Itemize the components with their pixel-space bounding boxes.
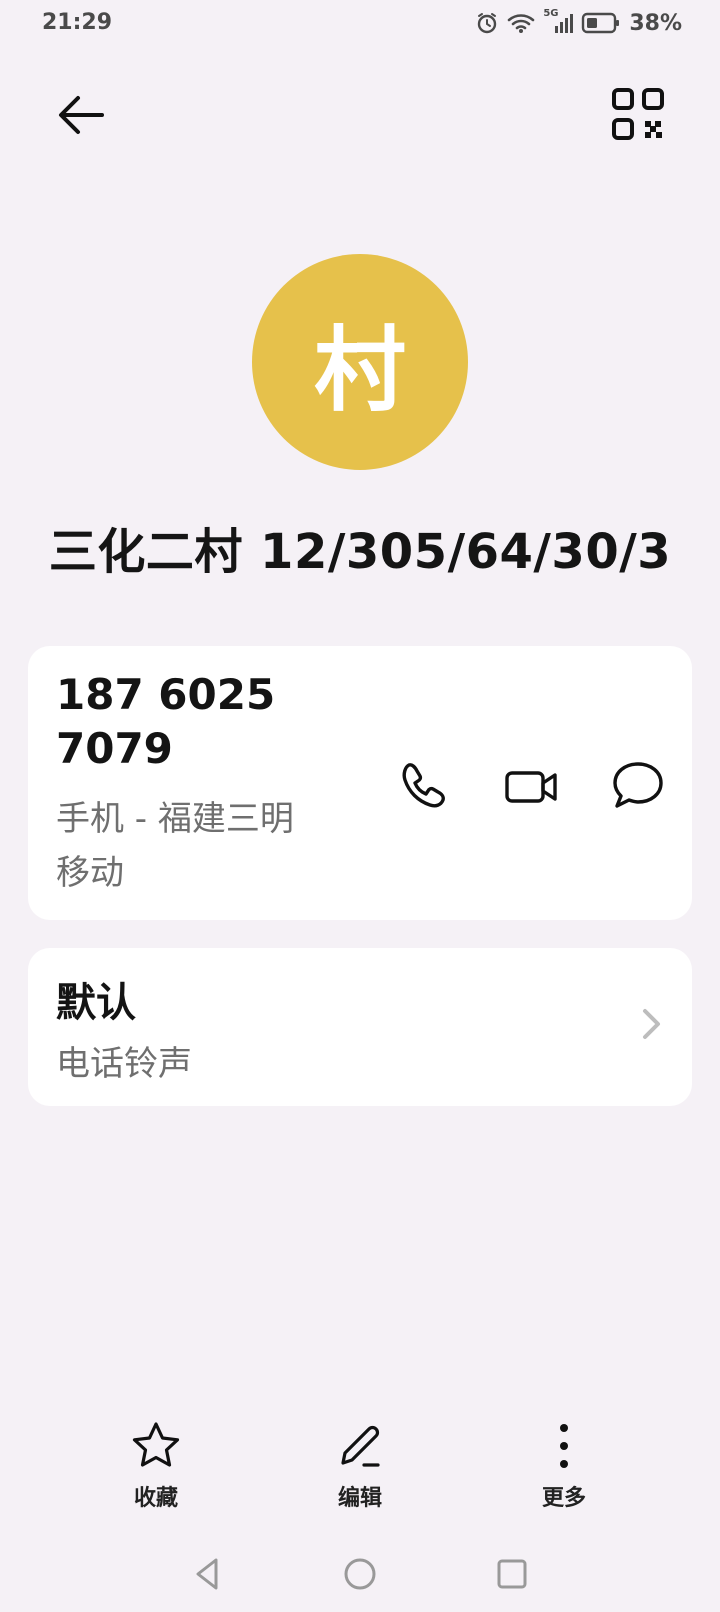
- nav-recents-button[interactable]: [490, 1552, 534, 1596]
- nav-back-button[interactable]: [186, 1552, 230, 1596]
- ringtone-row[interactable]: 默认 电话铃声: [28, 948, 692, 1106]
- video-call-button[interactable]: [502, 756, 562, 816]
- message-button[interactable]: [608, 756, 668, 816]
- edit-label: 编辑: [337, 1486, 382, 1511]
- avatar-initial: 村: [313, 316, 406, 424]
- phone-meta-line-1: 手机 - 福建三明: [56, 799, 294, 839]
- battery-icon: [581, 11, 621, 35]
- favorite-button[interactable]: 收藏: [96, 1418, 216, 1518]
- phone-number-line-2: 7079: [56, 724, 173, 773]
- battery-percent: 38%: [629, 10, 682, 36]
- call-button[interactable]: [394, 756, 454, 816]
- chat-bubble-icon: [608, 762, 668, 820]
- square-recents-icon: [490, 1559, 534, 1600]
- phone-card[interactable]: 187 6025 7079 手机 - 福建三明 移动: [28, 646, 692, 920]
- status-bar: 21:29 5G 38%: [0, 0, 720, 48]
- alarm-icon: [475, 11, 499, 35]
- chevron-right-icon: [636, 1004, 666, 1044]
- wifi-icon: [507, 12, 535, 34]
- phone-type-location: 手机 - 福建三明 移动: [56, 792, 356, 900]
- phone-meta-line-2: 移动: [56, 853, 124, 893]
- qr-code-button[interactable]: [610, 86, 666, 142]
- qr-code-icon: [610, 88, 666, 146]
- system-navigation-bar: [0, 1540, 720, 1612]
- top-bar: [0, 70, 720, 150]
- nav-home-button[interactable]: [338, 1552, 382, 1596]
- cellular-signal-icon: 5G: [543, 8, 574, 35]
- phone-number-line-1: 187 6025: [56, 670, 276, 719]
- video-camera-icon: [502, 771, 562, 820]
- arrow-left-icon: [52, 96, 110, 148]
- more-button[interactable]: 更多: [504, 1418, 624, 1518]
- status-icons: 5G 38%: [475, 8, 682, 37]
- phone-icon: [394, 763, 454, 820]
- more-vertical-icon: [504, 1418, 624, 1474]
- ringtone-label: 电话铃声: [56, 1044, 192, 1084]
- pencil-icon: [300, 1418, 420, 1474]
- ringtone-value: 默认: [56, 980, 136, 1026]
- triangle-back-icon: [186, 1558, 230, 1600]
- favorite-label: 收藏: [133, 1486, 178, 1511]
- contact-name: 三化二村 12/305/64/30/3: [48, 524, 672, 580]
- edit-button[interactable]: 编辑: [300, 1418, 420, 1518]
- back-button[interactable]: [52, 86, 110, 144]
- bottom-action-bar: 收藏 编辑 更多: [0, 1418, 720, 1518]
- circle-home-icon: [338, 1558, 382, 1600]
- avatar: 村: [252, 254, 468, 470]
- status-time: 21:29: [42, 10, 113, 35]
- phone-number: 187 6025 7079: [56, 668, 356, 776]
- star-icon: [96, 1418, 216, 1474]
- more-label: 更多: [541, 1486, 586, 1511]
